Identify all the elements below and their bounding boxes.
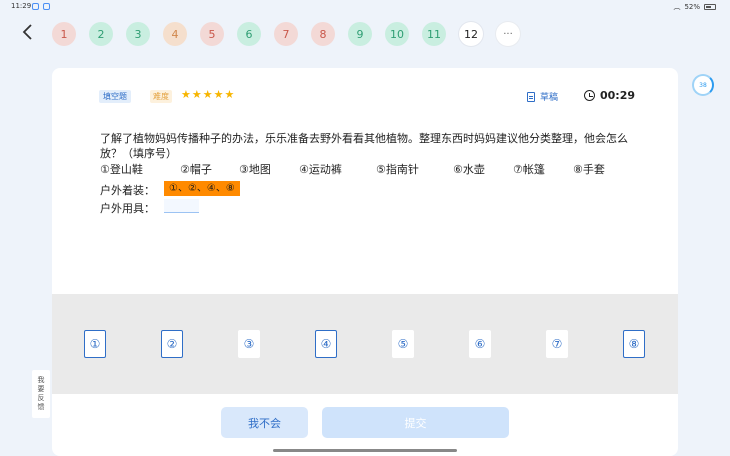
- draft-button[interactable]: 草稿: [527, 90, 558, 103]
- question-nav-item-12[interactable]: 12: [459, 22, 483, 46]
- choice-button-2[interactable]: ②: [161, 330, 183, 358]
- notification-icon: [43, 3, 50, 10]
- question-nav-item-1[interactable]: 1: [52, 22, 76, 46]
- outdoor-clothing-label: 户外着装：: [100, 184, 155, 197]
- feedback-char: 要: [37, 385, 45, 393]
- wifi-icon: ︵: [673, 3, 681, 11]
- more-questions-button[interactable]: ···: [496, 22, 520, 46]
- option-item: ⑧手套: [573, 163, 605, 176]
- submit-button[interactable]: 提交: [322, 407, 509, 438]
- outdoor-clothing-answer[interactable]: ①、②、④、⑧: [164, 181, 240, 196]
- option-item: ①登山鞋: [100, 163, 143, 176]
- feedback-char: 馈: [37, 403, 45, 411]
- chevron-left-icon: [22, 24, 32, 40]
- option-item: ⑤指南针: [376, 163, 419, 176]
- dont-know-button[interactable]: 我不会: [221, 407, 308, 438]
- question-nav-item-11[interactable]: 11: [422, 22, 446, 46]
- star-icon: ★: [181, 88, 191, 101]
- option-item: ⑥水壶: [453, 163, 485, 176]
- feedback-char: 我: [37, 376, 45, 384]
- elapsed-timer: 00:29: [584, 89, 635, 102]
- status-right: ︵ 52%: [673, 2, 716, 12]
- answer-choices-panel: ① ② ③ ④ ⑤ ⑥ ⑦ ⑧: [52, 294, 678, 394]
- feedback-char: 反: [37, 394, 45, 402]
- outdoor-gear-answer[interactable]: [164, 199, 199, 213]
- choice-button-6[interactable]: ⑥: [469, 330, 491, 358]
- battery-icon: [704, 4, 716, 10]
- choice-button-4[interactable]: ④: [315, 330, 337, 358]
- progress-timer-badge[interactable]: 38: [692, 74, 714, 96]
- alarm-clock-icon: [584, 90, 595, 101]
- star-icon: ★: [213, 88, 224, 101]
- draft-label: 草稿: [540, 93, 559, 103]
- choice-button-3[interactable]: ③: [238, 330, 260, 358]
- question-nav-item-7[interactable]: 7: [274, 22, 298, 46]
- choice-button-8[interactable]: ⑧: [623, 330, 645, 358]
- star-icon: ★: [191, 88, 202, 101]
- notification-icon: [32, 3, 39, 10]
- star-icon: ★: [202, 88, 213, 101]
- question-card: 填空题 难度 ★ ★ ★ ★ ★ 草稿 00:29 了解了植物妈妈传播种子的办法…: [52, 68, 678, 456]
- star-icon: ★: [224, 88, 235, 101]
- home-indicator[interactable]: [273, 449, 457, 452]
- question-text: 了解了植物妈妈传播种子的办法，乐乐准备去野外看看其他植物。整理东西时妈妈建议他分…: [100, 132, 628, 160]
- question-nav-item-5[interactable]: 5: [200, 22, 224, 46]
- option-item: ④运动裤: [299, 163, 342, 176]
- question-nav-item-8[interactable]: 8: [311, 22, 335, 46]
- choice-button-1[interactable]: ①: [84, 330, 106, 358]
- question-nav: 1 2 3 4 5 6 7 8 9 10 11 12 ···: [52, 22, 520, 46]
- feedback-button[interactable]: 我 要 反 馈: [32, 370, 50, 418]
- choice-button-5[interactable]: ⑤: [392, 330, 414, 358]
- question-nav-item-2[interactable]: 2: [89, 22, 113, 46]
- question-nav-item-6[interactable]: 6: [237, 22, 261, 46]
- question-nav-item-4[interactable]: 4: [163, 22, 187, 46]
- elapsed-time: 00:29: [600, 89, 636, 102]
- question-nav-item-10[interactable]: 10: [385, 22, 409, 46]
- outdoor-gear-label: 户外用具：: [100, 202, 155, 215]
- option-item: ⑦帐篷: [513, 163, 545, 176]
- options-list: ①登山鞋 ②帽子 ③地图 ④运动裤 ⑤指南针 ⑥水壶 ⑦帐篷 ⑧手套: [100, 161, 660, 176]
- choice-button-7[interactable]: ⑦: [546, 330, 568, 358]
- difficulty-tag: 难度: [150, 90, 172, 103]
- status-bar: 11:29 ︵ 52%: [0, 0, 730, 14]
- status-time: 11:29: [11, 2, 32, 10]
- question-type-tag: 填空题: [99, 90, 131, 103]
- difficulty-stars: ★ ★ ★ ★ ★: [181, 88, 234, 102]
- option-item: ③地图: [239, 163, 271, 176]
- battery-level: 52%: [684, 3, 700, 11]
- back-button[interactable]: [18, 24, 38, 44]
- document-icon: [527, 91, 535, 102]
- question-nav-item-9[interactable]: 9: [348, 22, 372, 46]
- question-nav-item-3[interactable]: 3: [126, 22, 150, 46]
- option-item: ②帽子: [180, 163, 212, 176]
